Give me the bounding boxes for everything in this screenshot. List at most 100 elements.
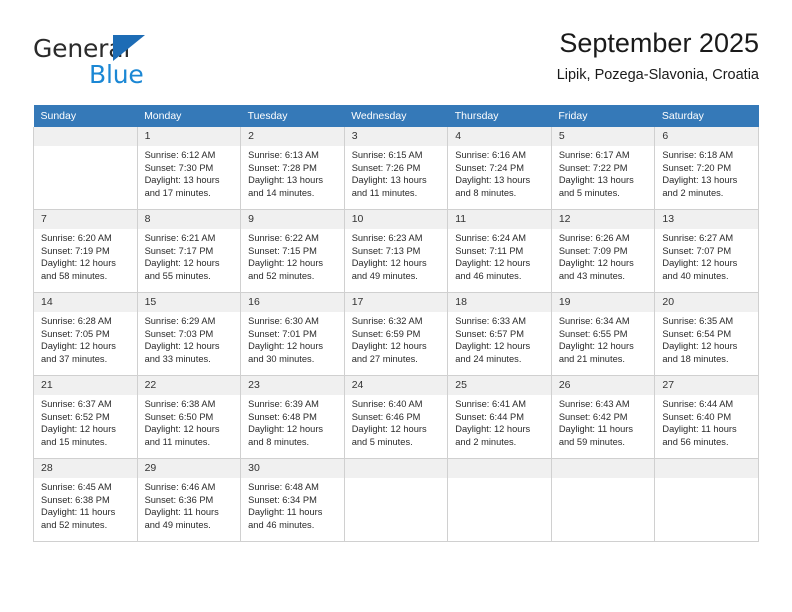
calendar-week-row: 7 Sunrise: 6:20 AM Sunset: 7:19 PM Daylight…	[33, 209, 759, 293]
calendar-day-cell[interactable]: 20 Sunrise: 6:35 AM Sunset: 6:54 PM Dayligh…	[654, 292, 759, 376]
calendar-day-cell[interactable]: 22 Sunrise: 6:38 AM Sunset: 6:50 PM Dayligh…	[136, 375, 242, 459]
calendar-day-cell[interactable]: 10 Sunrise: 6:23 AM Sunset: 7:13 PM Dayligh…	[343, 209, 449, 293]
day-sun-info: Sunrise: 6:33 AM Sunset: 6:57 PM Daylight:…	[448, 312, 551, 365]
daylight-text-line2: and 59 minutes.	[558, 436, 625, 447]
calendar-day-cell[interactable]: 3 Sunrise: 6:15 AM Sunset: 7:26 PM Daylight…	[343, 127, 449, 210]
daylight-text-line1: Daylight: 13 hours	[248, 175, 324, 186]
sunrise-text: Sunrise: 6:35 AM	[662, 316, 734, 326]
daylight-text-line2: and 49 minutes.	[144, 519, 211, 530]
calendar-day-cell[interactable]: 4 Sunrise: 6:16 AM Sunset: 7:24 PM Daylight…	[447, 127, 552, 210]
daylight-text-line2: and 52 minutes.	[248, 270, 315, 281]
calendar-day-cell[interactable]: 15 Sunrise: 6:29 AM Sunset: 7:03 PM Dayligh…	[136, 292, 242, 376]
day-sun-info: Sunrise: 6:35 AM Sunset: 6:54 PM Daylight:…	[655, 312, 758, 365]
daylight-text-line1: Daylight: 13 hours	[558, 175, 634, 186]
daylight-text-line1: Daylight: 11 hours	[144, 507, 219, 518]
sunrise-text: Sunrise: 6:43 AM	[558, 399, 630, 409]
calendar-day-cell[interactable]: 18 Sunrise: 6:33 AM Sunset: 6:57 PM Dayligh…	[447, 292, 552, 376]
title-block: September 2025 Lipik, Pozega-Slavonia, C…	[557, 26, 759, 86]
day-sun-info: Sunrise: 6:32 AM Sunset: 6:59 PM Daylight:…	[345, 312, 448, 365]
calendar-day-cell[interactable]: 24 Sunrise: 6:40 AM Sunset: 6:46 PM Dayligh…	[343, 375, 449, 459]
sunrise-text: Sunrise: 6:44 AM	[662, 399, 734, 409]
daylight-text-line1: Daylight: 11 hours	[248, 507, 323, 518]
calendar-day-cell[interactable]: 29 Sunrise: 6:46 AM Sunset: 6:36 PM Dayligh…	[136, 458, 242, 542]
calendar-day-cell[interactable]: 25 Sunrise: 6:41 AM Sunset: 6:44 PM Dayligh…	[447, 375, 552, 459]
sunset-text: Sunset: 7:26 PM	[351, 162, 421, 173]
daylight-text-line1: Daylight: 12 hours	[351, 424, 427, 435]
calendar-day-cell[interactable]: 2 Sunrise: 6:13 AM Sunset: 7:28 PM Daylight…	[240, 127, 345, 210]
sunrise-text: Sunrise: 6:17 AM	[558, 150, 630, 160]
day-number: 28	[34, 459, 137, 478]
calendar-day-cell[interactable]: 8 Sunrise: 6:21 AM Sunset: 7:17 PM Daylight…	[136, 209, 242, 293]
sunset-text: Sunset: 6:42 PM	[558, 411, 628, 422]
daylight-text-line2: and 27 minutes.	[351, 353, 418, 364]
sunrise-text: Sunrise: 6:18 AM	[662, 150, 734, 160]
sunset-text: Sunset: 7:19 PM	[41, 245, 110, 256]
daylight-text-line2: and 5 minutes.	[558, 187, 620, 198]
sunset-text: Sunset: 7:22 PM	[558, 162, 628, 173]
daylight-text-line1: Daylight: 12 hours	[351, 258, 427, 269]
calendar-week-row: 1 Sunrise: 6:12 AM Sunset: 7:30 PM Daylight…	[33, 127, 759, 210]
sunset-text: Sunset: 7:05 PM	[41, 328, 110, 339]
day-number: 12	[551, 210, 655, 229]
day-number	[448, 459, 551, 478]
day-sun-info: Sunrise: 6:21 AM Sunset: 7:17 PM Daylight:…	[138, 229, 241, 282]
day-sun-info: Sunrise: 6:34 AM Sunset: 6:55 PM Daylight:…	[552, 312, 655, 365]
calendar-day-cell[interactable]: 1 Sunrise: 6:12 AM Sunset: 7:30 PM Daylight…	[136, 127, 242, 210]
calendar-day-cell[interactable]: 9 Sunrise: 6:22 AM Sunset: 7:15 PM Daylight…	[240, 209, 345, 293]
day-number: 21	[34, 376, 137, 395]
generalblue-logo[interactable]: General Blue	[33, 34, 253, 90]
calendar-day-cell[interactable]: 14 Sunrise: 6:28 AM Sunset: 7:05 PM Dayligh…	[33, 292, 138, 376]
daylight-text-line2: and 2 minutes.	[662, 187, 724, 198]
calendar-day-cell[interactable]: 23 Sunrise: 6:39 AM Sunset: 6:48 PM Dayligh…	[240, 375, 345, 459]
daylight-text-line2: and 52 minutes.	[41, 519, 108, 530]
daylight-text-line1: Daylight: 12 hours	[41, 258, 116, 269]
sunset-text: Sunset: 7:01 PM	[248, 328, 317, 339]
calendar-day-cell[interactable]: 26 Sunrise: 6:43 AM Sunset: 6:42 PM Dayligh…	[550, 375, 656, 459]
calendar-day-cell[interactable]: 21 Sunrise: 6:37 AM Sunset: 6:52 PM Dayligh…	[33, 375, 138, 459]
sunset-text: Sunset: 6:36 PM	[144, 494, 214, 505]
day-sun-info: Sunrise: 6:23 AM Sunset: 7:13 PM Daylight:…	[345, 229, 448, 282]
daylight-text-line1: Daylight: 12 hours	[41, 341, 116, 352]
day-sun-info: Sunrise: 6:18 AM Sunset: 7:20 PM Daylight:…	[655, 146, 758, 199]
sunset-text: Sunset: 7:24 PM	[455, 162, 524, 173]
calendar-day-cell[interactable]: 5 Sunrise: 6:17 AM Sunset: 7:22 PM Daylight…	[550, 127, 656, 210]
day-sun-info: Sunrise: 6:26 AM Sunset: 7:09 PM Daylight:…	[552, 229, 655, 282]
day-number: 7	[34, 210, 137, 229]
daylight-text-line1: Daylight: 12 hours	[455, 341, 531, 352]
calendar-day-cell[interactable]: 30 Sunrise: 6:48 AM Sunset: 6:34 PM Dayligh…	[240, 458, 345, 542]
daylight-text-line2: and 17 minutes.	[144, 187, 211, 198]
day-number: 25	[448, 376, 551, 395]
sunrise-text: Sunrise: 6:30 AM	[248, 316, 319, 326]
sunrise-text: Sunrise: 6:37 AM	[41, 399, 112, 409]
calendar-day-cell[interactable]: 7 Sunrise: 6:20 AM Sunset: 7:19 PM Daylight…	[33, 209, 138, 293]
sunset-text: Sunset: 6:57 PM	[455, 328, 524, 339]
sunrise-text: Sunrise: 6:38 AM	[144, 399, 216, 409]
day-number	[34, 127, 137, 146]
calendar-day-cell[interactable]: 13 Sunrise: 6:27 AM Sunset: 7:07 PM Dayligh…	[654, 209, 759, 293]
calendar-day-cell[interactable]: 27 Sunrise: 6:44 AM Sunset: 6:40 PM Dayligh…	[654, 375, 759, 459]
calendar-cell-empty	[550, 458, 656, 542]
day-number: 19	[551, 293, 655, 312]
day-sun-info: Sunrise: 6:37 AM Sunset: 6:52 PM Daylight:…	[34, 395, 137, 448]
calendar-day-cell[interactable]: 11 Sunrise: 6:24 AM Sunset: 7:11 PM Dayligh…	[447, 209, 552, 293]
day-sun-info: Sunrise: 6:44 AM Sunset: 6:40 PM Daylight:…	[655, 395, 758, 448]
calendar-day-cell[interactable]: 19 Sunrise: 6:34 AM Sunset: 6:55 PM Dayligh…	[550, 292, 656, 376]
calendar-day-cell[interactable]: 28 Sunrise: 6:45 AM Sunset: 6:38 PM Dayligh…	[33, 458, 138, 542]
day-number: 17	[344, 293, 448, 312]
calendar-day-cell[interactable]: 16 Sunrise: 6:30 AM Sunset: 7:01 PM Dayligh…	[240, 292, 345, 376]
day-sun-info: Sunrise: 6:43 AM Sunset: 6:42 PM Daylight:…	[552, 395, 655, 448]
sunset-text: Sunset: 6:38 PM	[41, 494, 110, 505]
daylight-text-line1: Daylight: 12 hours	[248, 341, 324, 352]
calendar-day-cell[interactable]: 6 Sunrise: 6:18 AM Sunset: 7:20 PM Daylight…	[654, 127, 759, 210]
day-number: 27	[655, 376, 758, 395]
daylight-text-line1: Daylight: 12 hours	[351, 341, 427, 352]
calendar-day-cell[interactable]: 17 Sunrise: 6:32 AM Sunset: 6:59 PM Dayligh…	[343, 292, 449, 376]
weekday-header-monday: Monday	[137, 105, 241, 127]
daylight-text-line2: and 56 minutes.	[662, 436, 729, 447]
calendar-day-cell[interactable]: 12 Sunrise: 6:26 AM Sunset: 7:09 PM Dayligh…	[550, 209, 656, 293]
daylight-text-line1: Daylight: 12 hours	[144, 258, 220, 269]
day-sun-info: Sunrise: 6:13 AM Sunset: 7:28 PM Daylight:…	[241, 146, 344, 199]
daylight-text-line2: and 8 minutes.	[455, 187, 517, 198]
calendar-week-row: 28 Sunrise: 6:45 AM Sunset: 6:38 PM Dayligh…	[33, 458, 759, 542]
day-number: 15	[137, 293, 241, 312]
